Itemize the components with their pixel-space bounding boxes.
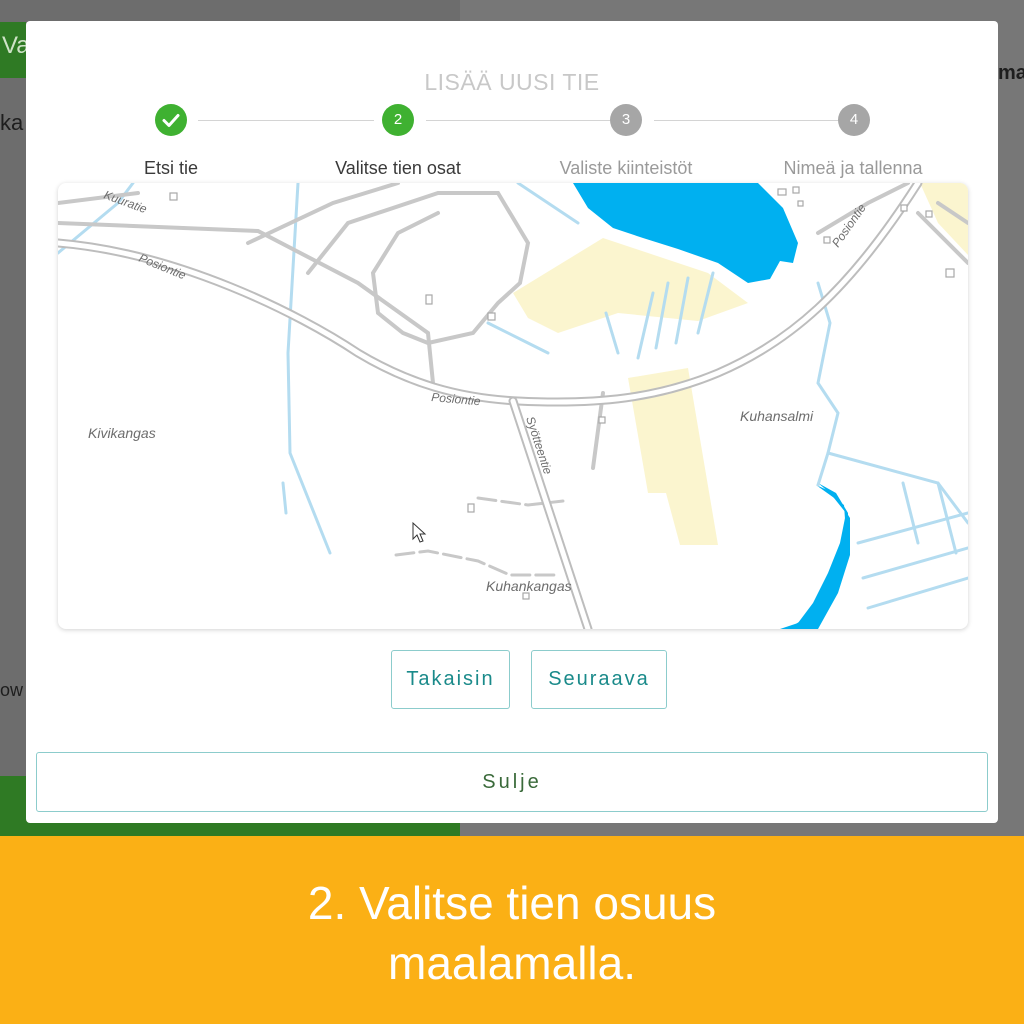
map-lake [780, 483, 848, 629]
step-1-complete-indicator [155, 104, 187, 136]
map-building [425, 294, 433, 305]
step-4-label: Nimeä ja tallenna [783, 158, 923, 178]
map-main-road [58, 183, 921, 405]
background-text: ow [0, 680, 24, 700]
back-button[interactable]: Takaisin [391, 650, 510, 709]
step-1-label: Etsi tie [143, 158, 199, 178]
map-building [792, 186, 800, 194]
map-stream [286, 183, 332, 555]
map-building [797, 200, 804, 207]
map-label-place: Kuhankangas [486, 578, 572, 594]
stepper-connector [426, 120, 610, 121]
map-stream [866, 576, 968, 610]
caption-line: 2. Valitse tien osuus [307, 877, 717, 929]
background-text: mal [998, 62, 1024, 84]
map-label-place: Kivikangas [88, 425, 156, 441]
step-2-label: Valitse tien osat [335, 158, 461, 178]
map-building [900, 204, 908, 212]
map-stream [516, 183, 580, 225]
map-stream [486, 321, 550, 355]
map-label-place: Kuhansalmi [740, 408, 814, 424]
caption-line: maalamalla. [388, 937, 636, 989]
stepper-connector [198, 120, 374, 121]
close-button[interactable]: Sulje [36, 752, 988, 812]
map-building [945, 268, 955, 278]
stepper-connector [654, 120, 838, 121]
step-3-label: Valiste kiinteistöt [559, 158, 693, 178]
background-text: ka [0, 110, 24, 135]
step-3-indicator: 3 [610, 104, 642, 136]
map-main-road [58, 183, 923, 407]
map-stream [281, 481, 288, 515]
map-building [598, 416, 606, 424]
add-road-dialog: LISÄÄ UUSI TIE 2 3 4 Etsi tie Valitse ti… [26, 21, 998, 823]
dialog-title: LISÄÄ UUSI TIE [424, 69, 600, 95]
caption-banner: 2. Valitse tien osuus maalamalla. [0, 836, 1024, 1024]
map-lake [788, 485, 850, 629]
map-building [777, 188, 787, 196]
map-track [394, 549, 558, 577]
step-4-indicator: 4 [838, 104, 870, 136]
step-2-indicator: 2 [382, 104, 414, 136]
road-selection-map[interactable]: Kuuratie Posiontie Posiontie Posiontie S… [58, 183, 968, 629]
checkmark-icon [162, 114, 180, 127]
map-building [467, 503, 475, 513]
next-button[interactable]: Seuraava [531, 650, 667, 709]
map-stream [861, 546, 968, 580]
map-building [925, 210, 933, 218]
map-label-road: Posiontie [829, 201, 869, 250]
mouse-cursor-icon [412, 521, 427, 543]
map-building [487, 312, 496, 321]
map-building [169, 192, 178, 201]
map-label-road: Posiontie [137, 251, 188, 283]
map-stream [604, 311, 620, 355]
map-label-road: Posiontie [431, 390, 482, 408]
background-green-header: Va [0, 22, 30, 78]
map-stream [901, 481, 920, 545]
